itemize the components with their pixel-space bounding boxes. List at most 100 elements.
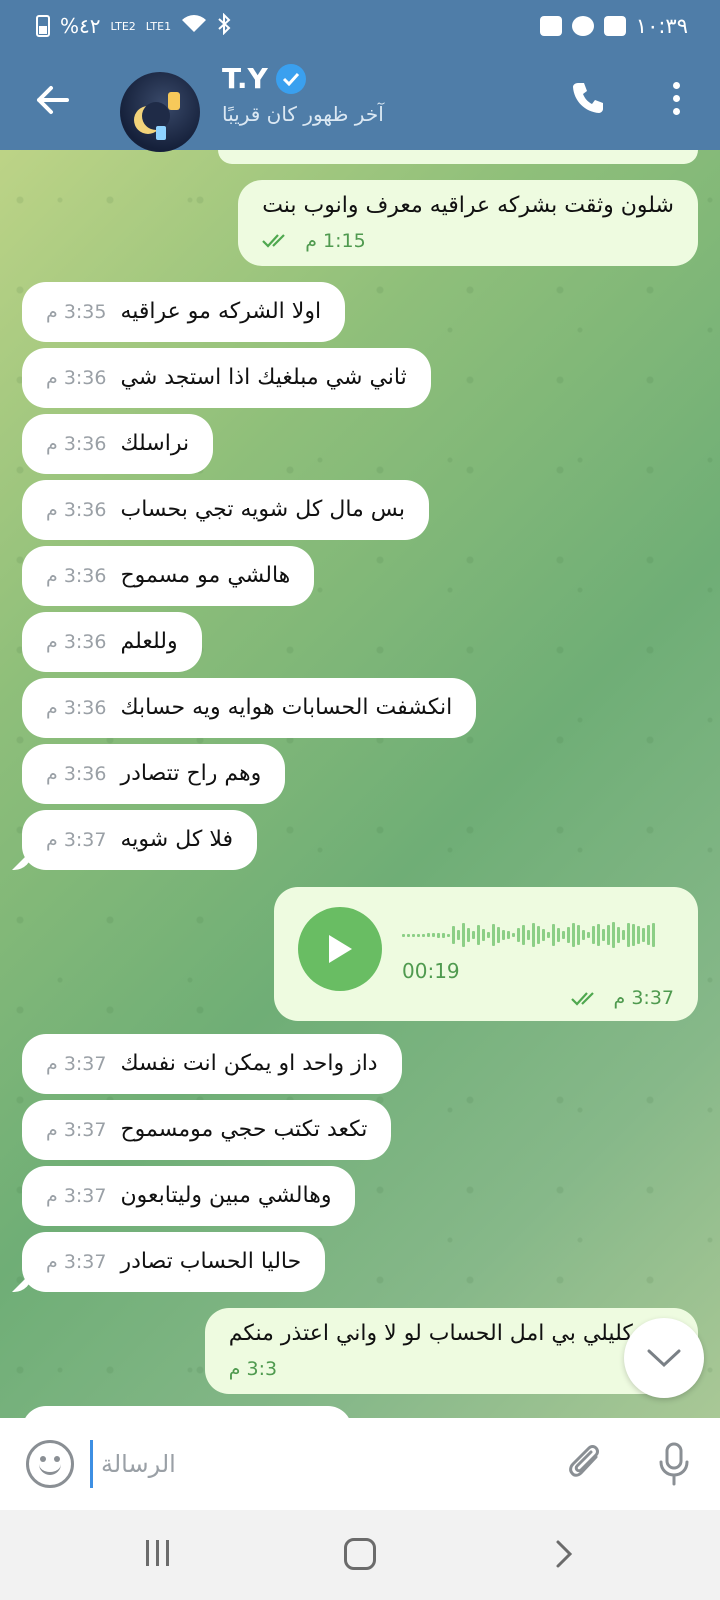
waveform-bar: [452, 926, 455, 944]
youtube-icon: [539, 16, 562, 36]
message-bubble-incoming[interactable]: انكشفت الحسابات هوايه ويه حسابك 3:36 م: [22, 678, 477, 738]
sim1-label: LTE1: [145, 19, 172, 33]
waveform-bar: [617, 927, 620, 943]
home-button[interactable]: [344, 1538, 376, 1570]
message-bubble-partial[interactable]: [218, 150, 698, 164]
avatar-lantern: [168, 92, 180, 110]
waveform-bar: [652, 923, 655, 947]
message-meta: 1:15 م: [262, 226, 674, 256]
message-text: بس كليلي بي امل الحساب لو لا واني اعتذر …: [228, 1321, 674, 1346]
waveform-bar: [507, 931, 510, 939]
scroll-to-bottom-button[interactable]: [624, 1318, 704, 1398]
message-bubble-incoming[interactable]: وهم راح تتصادر 3:36 م: [22, 744, 286, 804]
play-button[interactable]: [298, 907, 382, 991]
waveform-bar: [567, 927, 570, 943]
message-bubble-incoming[interactable]: ثاني شي مبلغيك اذا استجد شي 3:36 م: [22, 348, 431, 408]
message-text: اولا الشركه مو عراقيه: [120, 299, 322, 324]
voice-message-bubble[interactable]: 00:19 3:37 م: [274, 887, 698, 1021]
contact-avatar[interactable]: [120, 72, 200, 152]
waveform-bar: [642, 928, 645, 942]
arrow-left-icon: [37, 86, 69, 114]
more-vertical-icon-dot: [672, 107, 680, 115]
call-button[interactable]: [566, 76, 610, 120]
back-button[interactable]: [30, 78, 74, 122]
message-bubble-incoming[interactable]: وللعلم 3:36 م: [22, 612, 202, 672]
message-text: وهم راح تتصادر: [120, 761, 262, 786]
waveform-bar: [457, 930, 460, 940]
waveform-bar: [402, 933, 405, 937]
message-text: بس مال كل شويه تجي بحساب: [120, 497, 405, 522]
waveform-bar: [607, 925, 610, 945]
waveform-bar: [547, 932, 550, 938]
message-bubble-incoming[interactable]: داز واحد او يمكن انت نفسك 3:37 م: [22, 1034, 402, 1094]
message-time: 3:36 م: [46, 499, 107, 521]
battery-icon: [36, 15, 50, 37]
message-text: انكشفت الحسابات هوايه ويه حسابك: [120, 695, 453, 720]
message-text: شلون وثقت بشركه عراقيه معرف وانوب بنت: [262, 193, 674, 218]
waveform-bar: [637, 926, 640, 944]
waveform-bar: [442, 932, 445, 938]
smiley-icon-eye: [54, 1456, 60, 1462]
message-bubble-incoming[interactable]: بس مال كل شويه تجي بحساب 3:36 م: [22, 480, 429, 540]
smiley-icon-eye: [40, 1456, 46, 1462]
message-bubble-incoming[interactable]: حاليا الحساب تصادر 3:37 م: [22, 1232, 326, 1292]
message-meta: 3:3 م: [229, 1354, 674, 1384]
microphone-button[interactable]: [650, 1440, 698, 1488]
message-time: 1:15 م: [305, 230, 366, 252]
waveform-bar: [557, 928, 560, 942]
phone-icon: [573, 83, 603, 113]
message-bubble-incoming[interactable]: وهالشي مبين وليتابعون 3:37 م: [22, 1166, 356, 1226]
message-input[interactable]: [90, 1440, 550, 1488]
whatsapp-icon: [571, 16, 594, 36]
battery-percent: %٤٢: [60, 14, 101, 38]
microphone-icon: [659, 1442, 689, 1486]
message-time: 3:35 م: [46, 301, 107, 323]
message-list[interactable]: شلون وثقت بشركه عراقيه معرف وانوب بنت 1:…: [0, 150, 720, 1418]
message-bubble-incoming[interactable]: نراسلك 3:36 م: [22, 414, 214, 474]
waveform-bar: [487, 932, 490, 938]
message-bubble-outgoing[interactable]: شلون وثقت بشركه عراقيه معرف وانوب بنت 1:…: [238, 180, 698, 266]
recent-apps-button[interactable]: [146, 1540, 176, 1568]
gallery-icon: [603, 16, 626, 36]
last-seen-status: آخر ظهور كان قريبًا: [222, 102, 384, 126]
avatar-lantern-small: [156, 126, 166, 140]
verified-badge-icon: [275, 63, 306, 94]
message-text: نراسلك: [120, 431, 190, 456]
message-time: 3:37 م: [46, 1185, 107, 1207]
waveform-bar: [532, 923, 535, 947]
message-bubble-incoming[interactable]: تكعد تكتب حجي مومسموح 3:37 م: [22, 1100, 392, 1160]
message-bubble-incoming[interactable]: اولا الشركه مو عراقيه 3:35 م: [22, 282, 346, 342]
message-bubble-partial[interactable]: [22, 1406, 352, 1418]
message-text: وهالشي مبين وليتابعون: [120, 1183, 332, 1208]
waveform-bar: [627, 923, 630, 947]
waveform-bar: [552, 924, 555, 946]
chevron-right-icon: [556, 1540, 573, 1568]
more-vertical-icon-dot: [672, 81, 680, 89]
waveform-bar: [502, 930, 505, 940]
voice-meta: 3:37 م: [571, 987, 674, 1009]
message-time: 3:36 م: [46, 697, 107, 719]
waveform-bar: [597, 924, 600, 946]
message-text: حاليا الحساب تصادر: [120, 1249, 302, 1274]
waveform-bar: [587, 932, 590, 938]
voice-waveform[interactable]: [402, 917, 672, 953]
message-text: ثاني شي مبلغيك اذا استجد شي: [120, 365, 407, 390]
attach-button[interactable]: [562, 1440, 610, 1488]
message-text: تكعد تكتب حجي مومسموح: [120, 1117, 368, 1142]
message-bubble-incoming[interactable]: فلا كل شويه 3:37 م: [22, 810, 257, 870]
voice-duration: 00:19: [402, 959, 460, 983]
emoji-button[interactable]: [26, 1440, 74, 1488]
message-time: 3:36 م: [46, 631, 107, 653]
chat-header: T.Y آخر ظهور كان قريبًا: [0, 52, 720, 152]
message-composer: [0, 1418, 720, 1510]
more-options-button[interactable]: [656, 76, 696, 120]
status-left: %٤٢ LTE2 LTE1: [36, 12, 231, 40]
message-bubble-incoming[interactable]: هالشي مو مسموح 3:36 م: [22, 546, 315, 606]
waveform-bar: [622, 930, 625, 940]
waveform-bar: [422, 933, 425, 937]
message-time: 3:37 م: [46, 1251, 107, 1273]
waveform-bar: [517, 928, 520, 942]
contact-name[interactable]: T.Y: [222, 62, 306, 95]
waveform-bar: [537, 926, 540, 944]
nav-back-button[interactable]: [548, 1538, 580, 1570]
